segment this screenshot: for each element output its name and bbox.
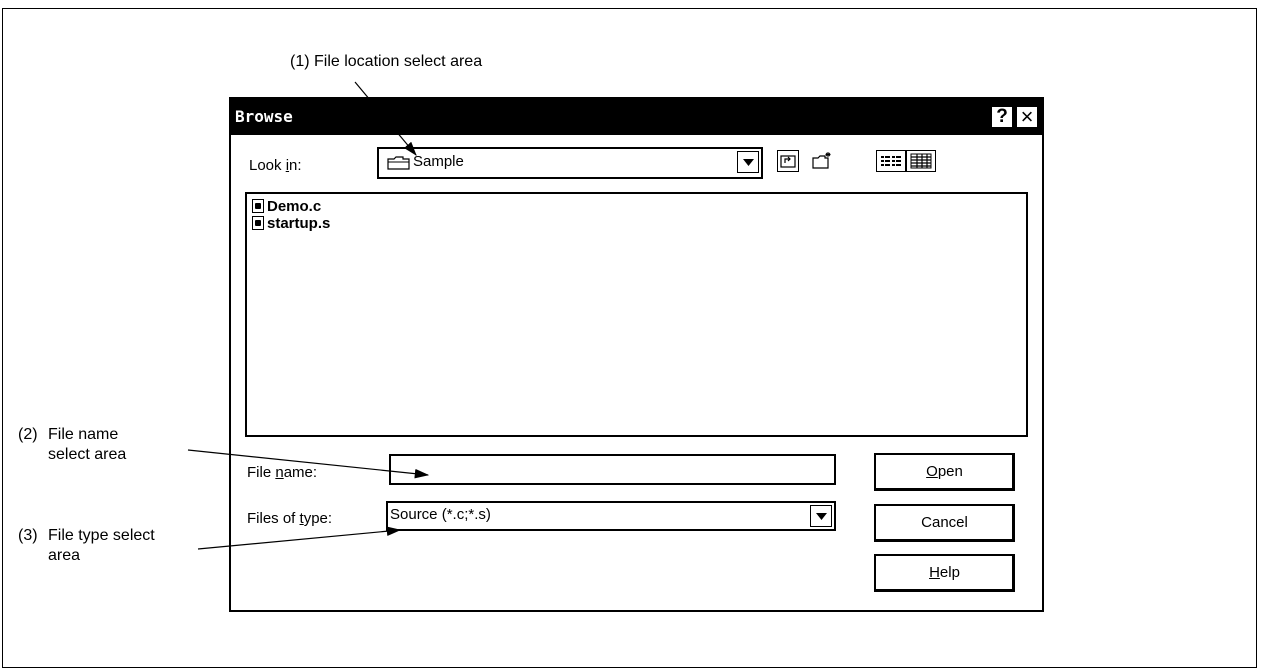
chevron-down-icon	[816, 513, 827, 520]
file-type-dropdown-button[interactable]	[810, 505, 832, 527]
file-item-name: startup.s	[267, 215, 331, 232]
callout-file-name: (2) File name select area	[18, 425, 126, 465]
callout-file-name-line2: select area	[48, 446, 127, 463]
open-button[interactable]: Open	[874, 453, 1015, 491]
look-in-label-suffix: n:	[289, 157, 302, 174]
file-name-label-accel: n	[275, 464, 284, 481]
open-button-label: pen	[937, 463, 963, 480]
file-type-label-suffix: ype:	[303, 510, 333, 527]
details-view-icon	[910, 153, 932, 169]
source-file-icon	[252, 199, 264, 213]
chevron-down-icon	[743, 159, 754, 166]
file-item-name: Demo.c	[267, 198, 322, 215]
file-name-label-suffix: ame:	[283, 464, 318, 481]
file-type-value: Source (*.c;*.s)	[390, 506, 491, 523]
callout-file-type-number: (3)	[18, 527, 38, 544]
up-one-level-icon	[780, 155, 796, 168]
callout-file-type-line1: File type select	[48, 527, 155, 544]
callout-file-type: (3) File type select area	[18, 526, 155, 566]
cancel-button[interactable]: Cancel	[874, 504, 1015, 542]
list-view-button[interactable]	[876, 150, 906, 172]
file-name-input[interactable]	[389, 454, 836, 485]
file-item-startup[interactable]: startup.s	[252, 215, 330, 232]
file-item-demo[interactable]: Demo.c	[252, 198, 321, 215]
dialog-title: Browse	[235, 107, 293, 126]
new-folder-button[interactable]	[811, 150, 833, 172]
details-view-button[interactable]	[906, 150, 936, 172]
callout-file-name-line1: File name	[48, 426, 119, 443]
file-name-label-prefix: File	[247, 464, 276, 481]
look-in-label: Look in:	[249, 157, 302, 174]
callout-file-type-line2: area	[48, 547, 81, 564]
callout-file-location: (1) File location select area	[290, 53, 483, 70]
source-file-icon	[252, 216, 264, 230]
close-title-button[interactable]: ×	[1016, 106, 1038, 128]
help-button-label: elp	[939, 564, 960, 581]
file-name-label: File name:	[247, 464, 317, 481]
look-in-value: Sample	[413, 153, 464, 170]
help-button[interactable]: Help	[874, 554, 1015, 592]
title-bar[interactable]: Browse ? ×	[231, 99, 1042, 135]
look-in-combo[interactable]: Sample	[377, 147, 763, 179]
list-view-icon	[881, 156, 901, 166]
file-type-label-prefix: Files of	[247, 510, 300, 527]
browse-dialog: Browse ? × Look in: Sample Demo.c startu…	[229, 97, 1044, 612]
file-type-label: Files of type:	[247, 510, 332, 527]
folder-icon	[387, 156, 411, 175]
file-list[interactable]: Demo.c startup.s	[245, 192, 1028, 437]
look-in-label-prefix: Look	[249, 157, 286, 174]
callout-file-name-number: (2)	[18, 426, 38, 443]
open-button-accel: O	[926, 463, 938, 480]
file-type-combo[interactable]: Source (*.c;*.s)	[386, 501, 836, 531]
new-folder-icon	[812, 152, 831, 169]
up-one-level-button[interactable]	[777, 150, 799, 172]
help-button-accel: H	[929, 564, 940, 581]
look-in-dropdown-button[interactable]	[737, 151, 759, 173]
help-title-button[interactable]: ?	[991, 106, 1013, 128]
